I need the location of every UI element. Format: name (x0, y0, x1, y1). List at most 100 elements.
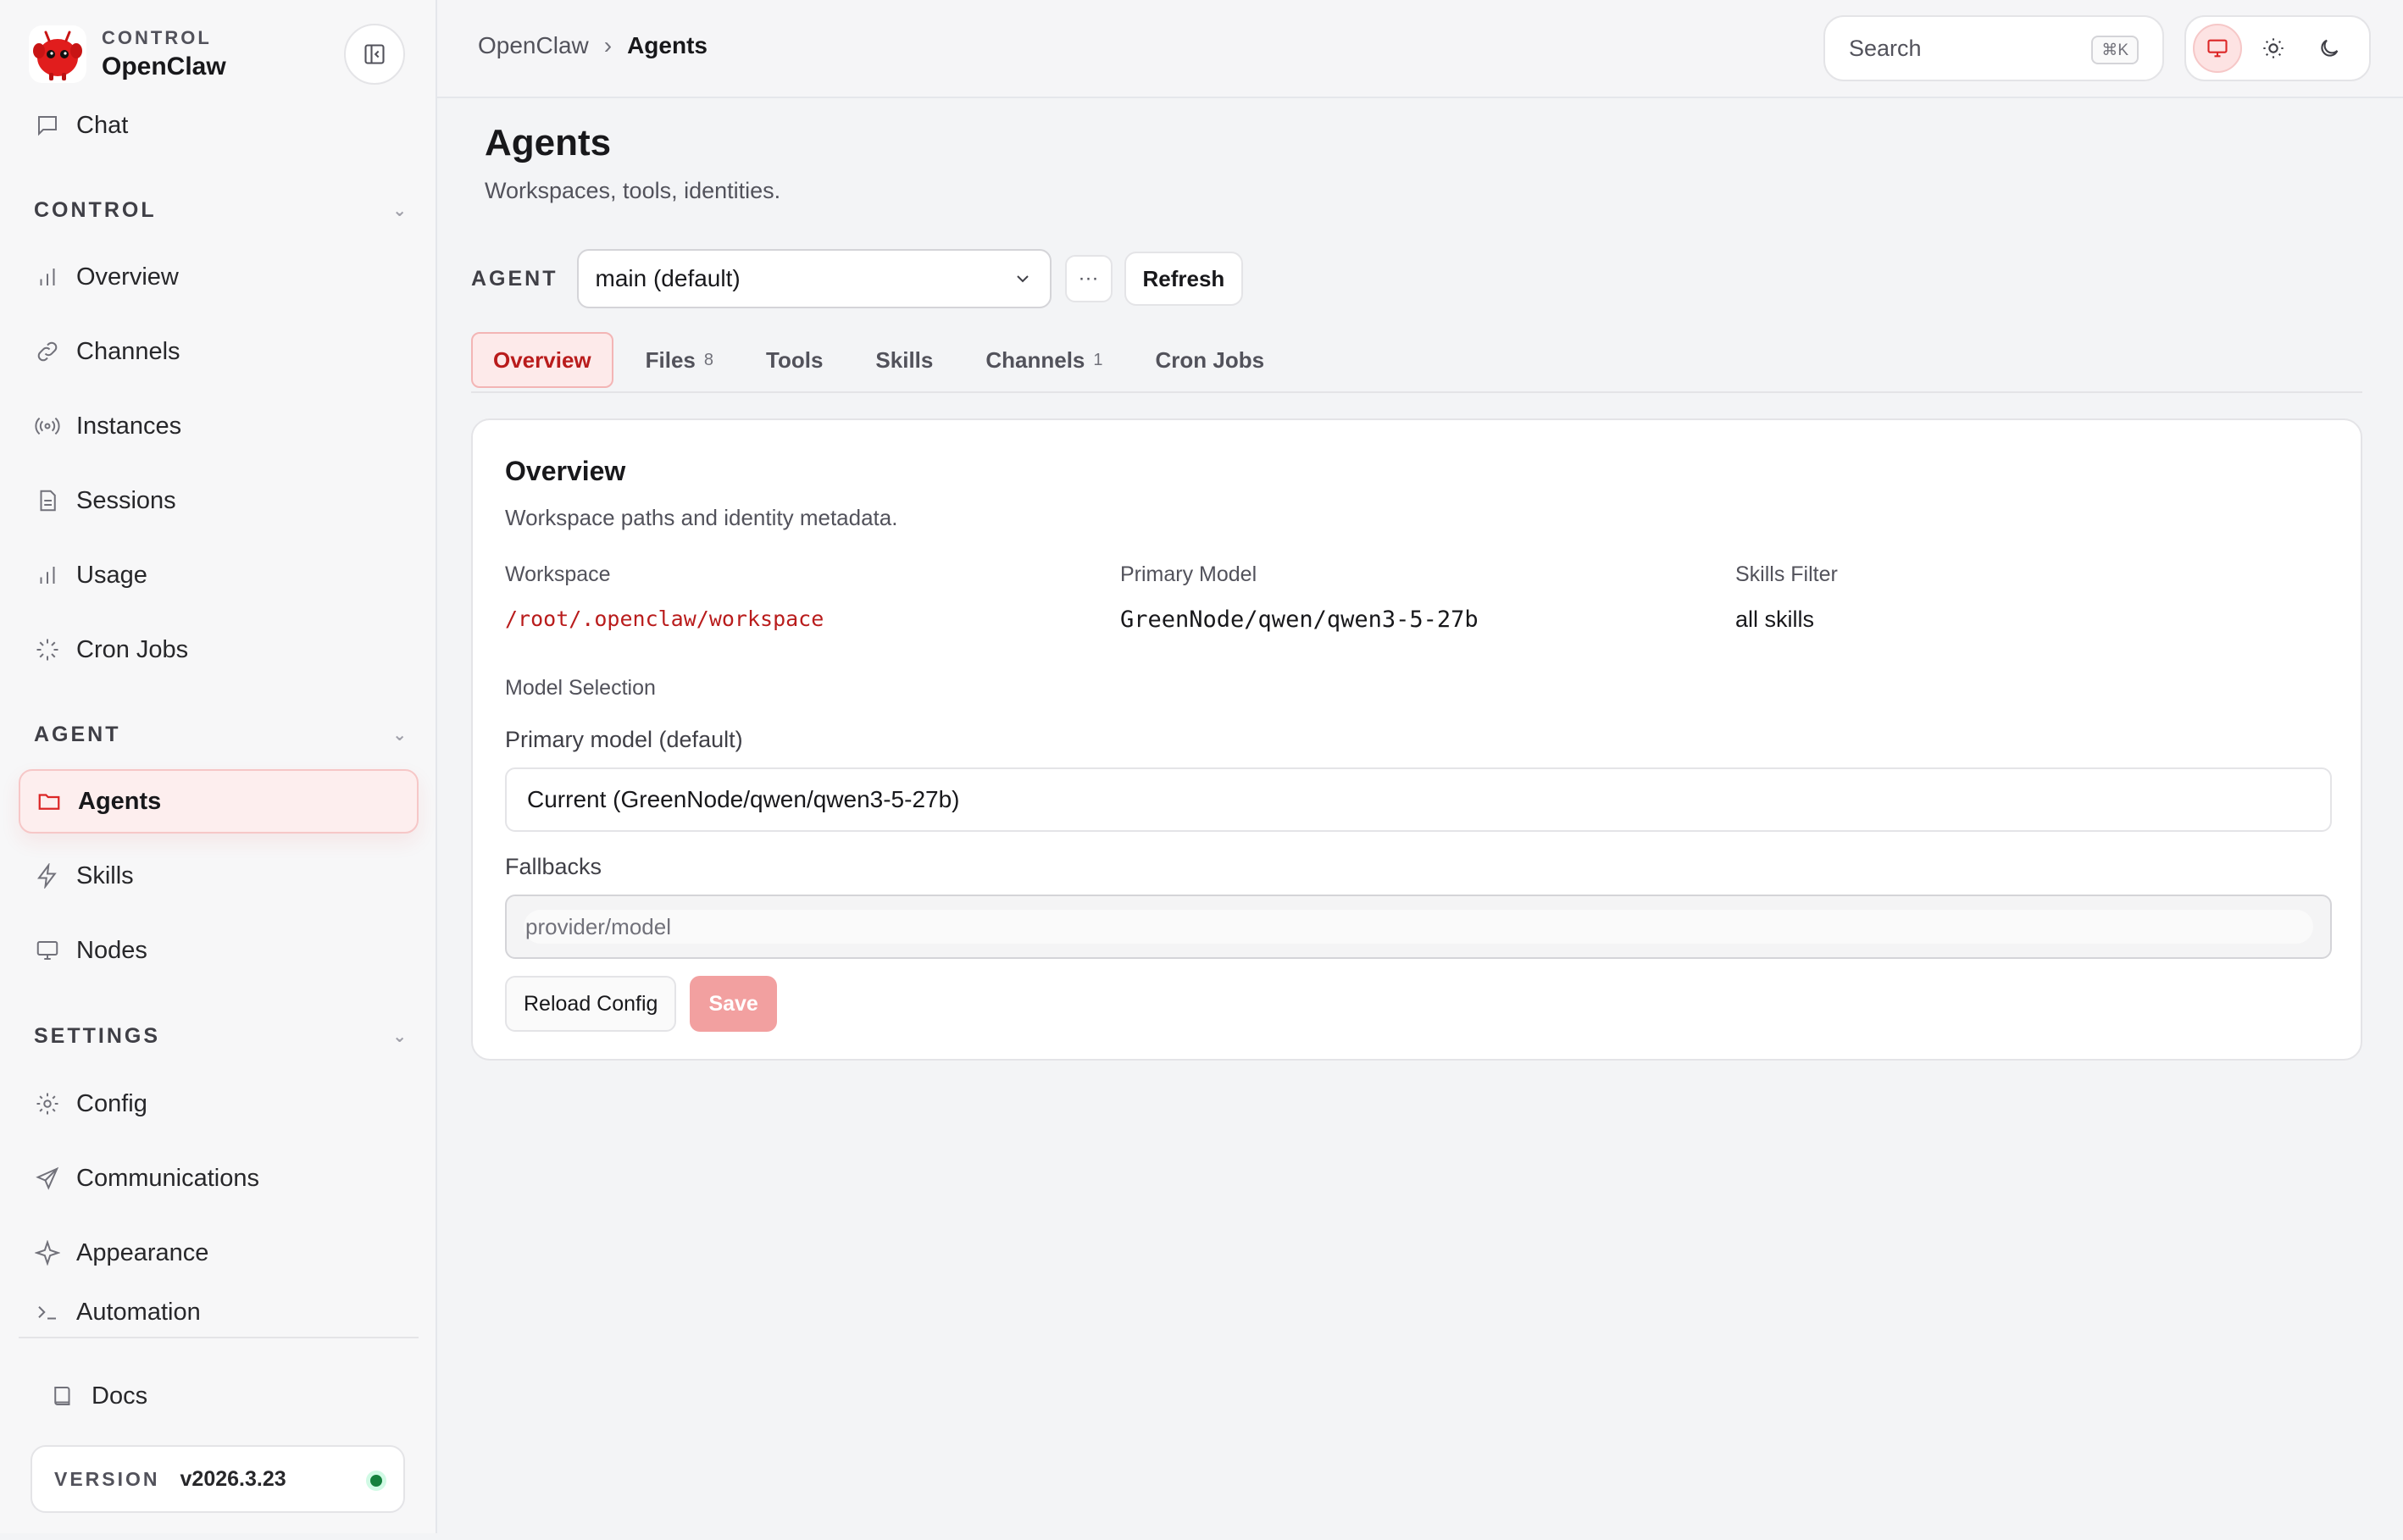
agent-label: AGENT (471, 266, 558, 291)
breadcrumb-openclaw[interactable]: OpenClaw (478, 32, 589, 59)
folder-icon (36, 788, 63, 815)
tab-label: Overview (493, 346, 591, 373)
section-settings-header[interactable]: SETTINGS ⌄ (34, 1019, 407, 1053)
agent-select[interactable]: main (default) (576, 249, 1052, 308)
breadcrumb: OpenClaw › Agents (478, 32, 708, 59)
sidebar-item-label: Appearance (76, 1238, 209, 1266)
tab-cron-jobs[interactable]: Cron Jobs (1135, 332, 1285, 388)
monitor-icon (34, 937, 61, 964)
brand-subtitle: CONTROL (102, 27, 212, 48)
more-options-button[interactable]: ··· (1064, 255, 1113, 302)
tab-label: Skills (875, 346, 934, 373)
collapse-sidebar-button[interactable] (344, 24, 405, 85)
sidebar-item-cron-jobs[interactable]: Cron Jobs (19, 618, 419, 682)
tab-skills[interactable]: Skills (855, 332, 953, 388)
fallbacks-label: Fallbacks (505, 854, 602, 879)
bolt-icon (34, 862, 61, 889)
breadcrumb-agents: Agents (627, 32, 708, 58)
sidebar-item-nodes[interactable]: Nodes (19, 918, 419, 983)
search-placeholder: Search (1849, 35, 1922, 61)
loader-icon (34, 636, 61, 663)
fallbacks-input[interactable]: provider/model (505, 895, 2332, 959)
sidebar: CONTROL OpenClaw Chat CONTROL ⌄ Overview… (0, 0, 437, 1533)
sidebar-item-automation[interactable]: Automation (19, 1295, 419, 1334)
tab-label: Files (645, 346, 696, 373)
sidebar-item-skills[interactable]: Skills (19, 844, 419, 908)
version-label: VERSION (54, 1467, 160, 1490)
primary-model-select[interactable]: Current (GreenNode/qwen/qwen3-5-27b) (505, 767, 2332, 832)
version-indicator: VERSION v2026.3.23 (31, 1445, 405, 1513)
section-control-header[interactable]: CONTROL ⌄ (34, 193, 407, 227)
chevron-down-icon (1016, 275, 1029, 283)
agent-picker-row: AGENT main (default) ··· Refresh (471, 249, 1244, 308)
bar-chart-icon (34, 263, 61, 291)
theme-dark-button[interactable] (2305, 24, 2354, 73)
fallbacks-placeholder: provider/model (524, 910, 2313, 944)
model-selection-label: Model Selection (505, 676, 656, 700)
sidebar-item-label: Sessions (76, 486, 176, 514)
overview-card: Overview Workspace paths and identity me… (471, 418, 2362, 1061)
sidebar-item-sessions[interactable]: Sessions (19, 468, 419, 533)
tab-overview[interactable]: Overview (471, 332, 613, 388)
sidebar-item-label: Nodes (76, 936, 147, 964)
sidebar-item-label: Chat (76, 111, 129, 139)
link-icon (34, 338, 61, 365)
sidebar-item-agents[interactable]: Agents (19, 769, 419, 834)
theme-switcher (2184, 15, 2371, 81)
book-icon (49, 1382, 76, 1410)
sidebar-item-communications[interactable]: Communications (19, 1146, 419, 1210)
monitor-icon (2207, 39, 2228, 58)
sidebar-item-label: Docs (92, 1382, 148, 1410)
brand[interactable]: CONTROL OpenClaw (29, 24, 226, 85)
theme-light-button[interactable] (2249, 24, 2298, 73)
sidebar-item-label: Usage (76, 561, 147, 589)
sidebar-item-label: Instances (76, 412, 182, 440)
agent-select-value: main (default) (595, 265, 741, 291)
sidebar-item-appearance[interactable]: Appearance (19, 1221, 419, 1285)
topbar: OpenClaw › Agents Search ⌘K (437, 0, 2403, 98)
sidebar-item-label: Skills (76, 861, 134, 889)
chevron-down-icon: ⌄ (392, 725, 407, 745)
version-value: v2026.3.23 (180, 1466, 286, 1491)
section-title: AGENT (34, 722, 121, 746)
section-title: SETTINGS (34, 1023, 161, 1048)
sidebar-item-label: Communications (76, 1164, 259, 1192)
sidebar-item-instances[interactable]: Instances (19, 394, 419, 458)
search-input[interactable]: Search ⌘K (1823, 15, 2164, 81)
openclaw-logo-icon (29, 25, 86, 83)
theme-system-button[interactable] (2193, 24, 2242, 73)
workspace-value: /root/.openclaw/workspace (505, 607, 824, 631)
page-subtitle: Workspaces, tools, identities. (485, 178, 781, 203)
sun-icon (2263, 38, 2284, 58)
status-online-icon (366, 1471, 386, 1491)
sidebar-item-label: Agents (78, 787, 162, 815)
tab-channels[interactable]: Channels 1 (965, 332, 1123, 388)
sidebar-item-channels[interactable]: Channels (19, 319, 419, 384)
overview-subtitle: Workspace paths and identity metadata. (505, 505, 898, 530)
sidebar-item-overview[interactable]: Overview (19, 245, 419, 309)
sidebar-item-config[interactable]: Config (19, 1072, 419, 1136)
section-agent-header[interactable]: AGENT ⌄ (34, 717, 407, 751)
refresh-button[interactable]: Refresh (1124, 252, 1244, 306)
sidebar-item-usage[interactable]: Usage (19, 543, 419, 607)
save-button[interactable]: Save (690, 976, 777, 1032)
skills-filter-label: Skills Filter (1735, 562, 1838, 586)
tab-count: 1 (1093, 350, 1103, 369)
sidebar-item-chat[interactable]: Chat (19, 93, 419, 158)
tab-tools[interactable]: Tools (746, 332, 843, 388)
tab-files[interactable]: Files 8 (625, 332, 734, 388)
tab-label: Tools (766, 346, 824, 373)
main-content: OpenClaw › Agents Search ⌘K Agents Works… (437, 0, 2403, 1533)
config-actions: Reload Config Save (505, 976, 777, 1032)
chevron-down-icon: ⌄ (392, 1027, 407, 1046)
tab-label: Cron Jobs (1155, 346, 1265, 373)
skills-filter-value: all skills (1735, 607, 1815, 632)
sidebar-item-docs[interactable]: Docs (34, 1364, 434, 1428)
tab-count: 8 (703, 350, 714, 369)
page-title: Agents (485, 122, 612, 163)
reload-config-button[interactable]: Reload Config (505, 976, 677, 1032)
chevron-down-icon: ⌄ (392, 201, 407, 220)
document-icon (34, 487, 61, 514)
radio-icon (34, 413, 61, 440)
primary-model-label: Primary Model (1120, 562, 1257, 586)
